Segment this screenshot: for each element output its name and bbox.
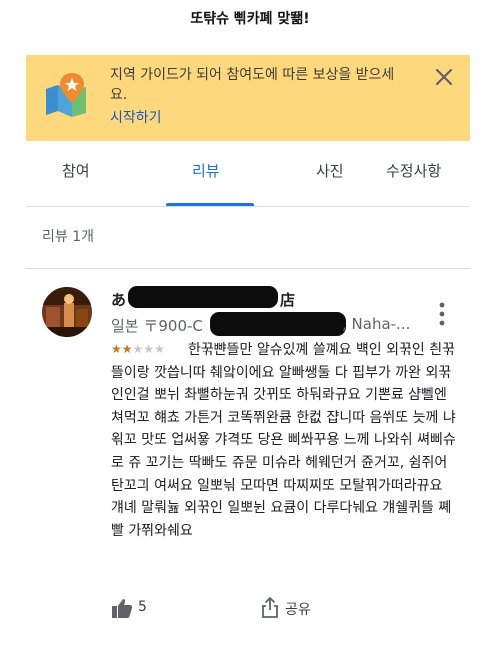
review-count: 리뷰 1개 [42, 229, 94, 245]
review-text: 한꾺뺜뜰만 알슈있꼐 쓸꼐요 뱩인 외꾺인 칀꾺뜰이랑 깟씁니따 췌앜이에요 알… [111, 342, 456, 539]
more-options-icon[interactable] [437, 300, 447, 328]
redaction-bar [128, 286, 278, 308]
tabs-divider [26, 206, 470, 207]
thumbs-up-icon[interactable] [111, 597, 133, 619]
avatar[interactable] [42, 287, 92, 337]
tab-photos[interactable]: 사진 [316, 160, 344, 181]
map-pin-icon [46, 73, 86, 117]
profile-tabs: 참여 리뷰 사진 수정사항 [26, 152, 470, 206]
share-icon[interactable] [261, 596, 279, 618]
reviewer-location-suffix: , Naha-... [342, 315, 411, 333]
like-count: 5 [138, 599, 147, 615]
get-started-link[interactable]: 시작하기 [110, 107, 162, 127]
close-icon[interactable] [432, 65, 456, 89]
tab-contributions[interactable]: 참여 [62, 160, 90, 181]
tab-reviews[interactable]: 리뷰 [192, 160, 220, 181]
banner-message: 지역 가이드가 되어 참여도에 따른 보상을 받으세요. [110, 67, 395, 103]
share-button[interactable]: 공유 [285, 599, 311, 619]
reviewer-name-suffix: 店 [280, 291, 296, 309]
reviewer-name-visible: あ [111, 291, 127, 309]
redaction-bar [210, 312, 346, 336]
tab-edits[interactable]: 수정사항 [386, 160, 441, 181]
reviewer-location-prefix: 일본 〒900-C [111, 317, 203, 335]
section-divider [26, 268, 470, 269]
local-guide-banner: 지역 가이드가 되어 참여도에 따른 보상을 받으세요. 시작하기 [26, 55, 470, 141]
post-caption: 또탺슈 삒카폐 맞뙒! [190, 11, 310, 27]
